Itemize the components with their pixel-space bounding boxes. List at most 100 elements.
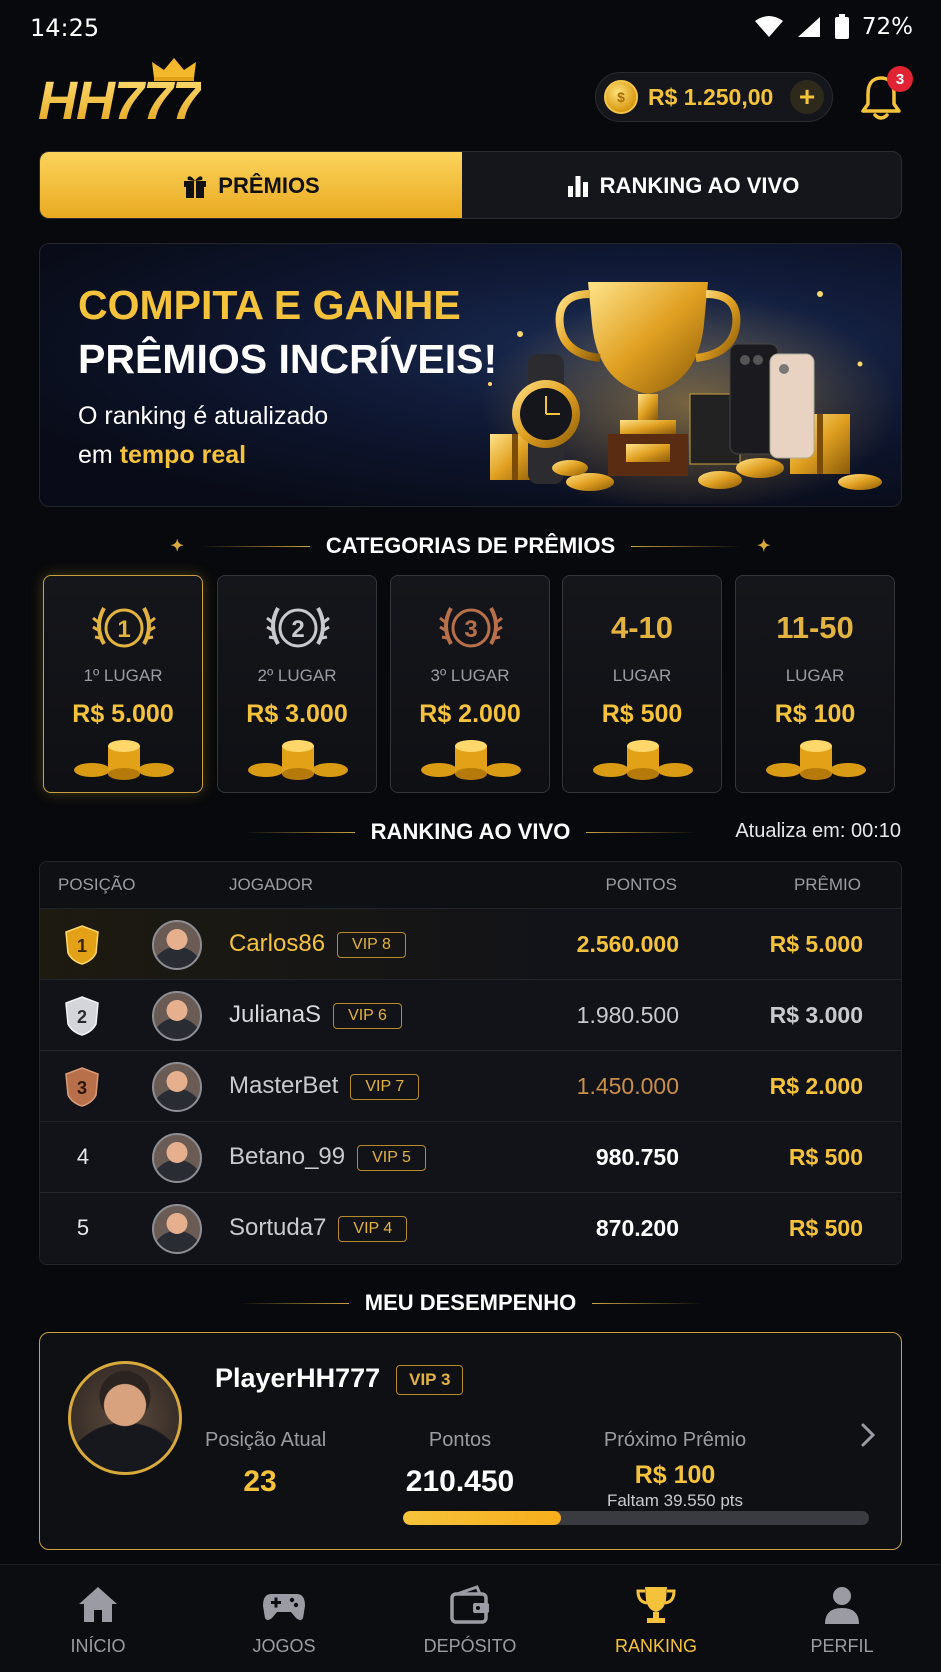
my-performance-card[interactable]: PlayerHH777 VIP 3 Posição Atual 23 Pontos…: [39, 1332, 902, 1550]
category-label: 3º LUGAR: [430, 666, 510, 685]
player-points: 1.450.000: [576, 1072, 679, 1099]
nav-ranking[interactable]: RANKING: [562, 1565, 750, 1672]
avatar: [152, 920, 202, 970]
tab-ranking-ao-vivo[interactable]: RANKING AO VIVO: [462, 152, 901, 218]
tab-ranking-label: RANKING AO VIVO: [599, 173, 800, 198]
category-card-4-10[interactable]: 4-10 LUGAR R$ 500: [562, 575, 722, 793]
nav-label: DEPÓSITO: [423, 1635, 517, 1656]
trophy-icon: [636, 1586, 676, 1623]
banner-title-line1: COMPITA E GANHE: [78, 282, 461, 328]
bronze-shield-icon: 3: [65, 1067, 99, 1107]
user-icon: [825, 1586, 859, 1624]
svg-text:3: 3: [77, 1078, 87, 1098]
my-name: PlayerHH777: [215, 1363, 381, 1393]
player-name-cell: Sortuda7 VIP 4: [229, 1214, 408, 1242]
table-row[interactable]: 1 Carlos86 VIP 8 2.560.000 R$ 5.000: [40, 908, 901, 979]
update-countdown: Atualiza em: 00:10: [735, 820, 901, 842]
categories-section-title: ✦ CATEGORIAS DE PRÊMIOS ✦: [0, 526, 941, 566]
add-funds-button[interactable]: +: [790, 80, 824, 114]
points-label: Pontos: [428, 1429, 492, 1451]
divider-line: [586, 831, 697, 833]
player-position: 5: [76, 1215, 90, 1240]
avatar: [152, 1062, 202, 1112]
banner-highlight: tempo real: [119, 441, 247, 469]
avatar: [152, 1204, 202, 1254]
ranking-title: RANKING AO VIVO: [370, 819, 571, 844]
player-name-cell: MasterBet VIP 7: [229, 1072, 420, 1100]
category-prize: R$ 100: [774, 700, 856, 728]
nav-jogos[interactable]: JOGOS: [190, 1565, 378, 1672]
nav-label: RANKING: [614, 1635, 697, 1656]
divider-line: [631, 545, 742, 547]
coin-stack-icon: [421, 740, 521, 780]
nav-perfil[interactable]: PERFIL: [748, 1565, 936, 1672]
table-row[interactable]: 2 JulianaS VIP 6 1.980.500 R$ 3.000: [40, 979, 901, 1050]
silver-shield-icon: 2: [65, 996, 99, 1036]
balance-pill[interactable]: $ R$ 1.250,00 +: [595, 72, 833, 122]
next-prize-progress-bar: [403, 1511, 869, 1525]
medal-number: 2: [291, 616, 304, 643]
position-label: Posição Atual: [205, 1429, 327, 1451]
logo[interactable]: HH777: [38, 56, 238, 131]
tab-premios-label: PRÊMIOS: [218, 173, 320, 198]
tab-bar: PRÊMIOS RANKING AO VIVO: [39, 151, 902, 219]
medal-number: 3: [464, 616, 477, 643]
player-name-cell: Betano_99 VIP 5: [229, 1143, 426, 1171]
category-card-3rd[interactable]: 3 3º LUGAR R$ 2.000: [390, 575, 550, 793]
nav-label: INÍCIO: [70, 1635, 126, 1656]
home-icon: [79, 1586, 117, 1622]
nav-deposito[interactable]: DEPÓSITO: [376, 1565, 564, 1672]
category-label: LUGAR: [785, 666, 845, 685]
column-header-prize: PRÊMIO: [793, 875, 861, 894]
category-card-1st[interactable]: 1 1º LUGAR R$ 5.000: [43, 575, 203, 793]
nav-label: JOGOS: [252, 1635, 316, 1656]
banner-subtitle-prefix: em: [78, 441, 120, 469]
next-prize-label: Próximo Prêmio: [603, 1429, 747, 1451]
trophy-prizes-illustration: [480, 282, 900, 504]
coin-stack-icon: [248, 740, 348, 780]
gold-shield-icon: 1: [65, 925, 99, 965]
player-name: Betano_99: [229, 1143, 346, 1170]
player-position: 4: [76, 1144, 90, 1169]
column-header-player: JOGADOR: [229, 875, 314, 894]
player-name: MasterBet: [229, 1072, 339, 1099]
wifi-icon: [754, 16, 783, 37]
tab-premios[interactable]: PRÊMIOS: [40, 152, 462, 218]
battery-icon: [834, 14, 849, 39]
bottom-nav: INÍCIO JOGOS DEPÓSITO RANKING PERFIL: [0, 1564, 941, 1672]
player-points: 870.200: [595, 1214, 679, 1241]
coin-stack-icon: [74, 740, 174, 780]
player-prize: R$ 5.000: [769, 930, 863, 957]
nav-inicio[interactable]: INÍCIO: [4, 1565, 192, 1672]
vip-badge: VIP 6: [333, 1002, 402, 1029]
player-name: JulianaS: [229, 1001, 322, 1028]
nav-label: PERFIL: [810, 1635, 874, 1656]
star-icon: ✦: [170, 538, 184, 555]
avatar: [152, 991, 202, 1041]
table-row[interactable]: 4 Betano_99 VIP 5 980.750 R$ 500: [40, 1121, 901, 1192]
battery-level: 72%: [861, 14, 913, 40]
chevron-right-icon[interactable]: [858, 1421, 878, 1449]
player-points: 2.560.000: [576, 930, 679, 957]
coin-stack-icon: [593, 740, 693, 780]
player-name-cell: JulianaS VIP 6: [229, 1001, 402, 1029]
position-value: 23: [243, 1465, 277, 1498]
promo-banner[interactable]: COMPITA E GANHE PRÊMIOS INCRÍVEIS! O ran…: [39, 243, 902, 507]
laurel-medal-gold-icon: 1: [92, 607, 156, 648]
points-value: 210.450: [405, 1465, 515, 1498]
banner-title-line2: PRÊMIOS INCRÍVEIS!: [78, 336, 498, 382]
status-icons: 72%: [754, 14, 913, 40]
medal-number: 1: [117, 616, 130, 643]
signal-icon: [797, 17, 820, 37]
table-row[interactable]: 5 Sortuda7 VIP 4 870.200 R$ 500: [40, 1192, 901, 1263]
player-prize: R$ 500: [788, 1143, 863, 1170]
category-card-11-50[interactable]: 11-50 LUGAR R$ 100: [735, 575, 895, 793]
banner-subtitle: O ranking é atualizado em tempo real: [78, 397, 328, 475]
performance-section-title: MEU DESEMPENHO: [0, 1283, 941, 1323]
category-card-2nd[interactable]: 2 2º LUGAR R$ 3.000: [217, 575, 377, 793]
svg-text:1: 1: [77, 936, 87, 956]
player-name-cell: Carlos86 VIP 8: [229, 930, 406, 958]
avatar: [152, 1133, 202, 1183]
category-rank: 11-50: [776, 610, 854, 645]
table-row[interactable]: 3 MasterBet VIP 7 1.450.000 R$ 2.000: [40, 1050, 901, 1121]
